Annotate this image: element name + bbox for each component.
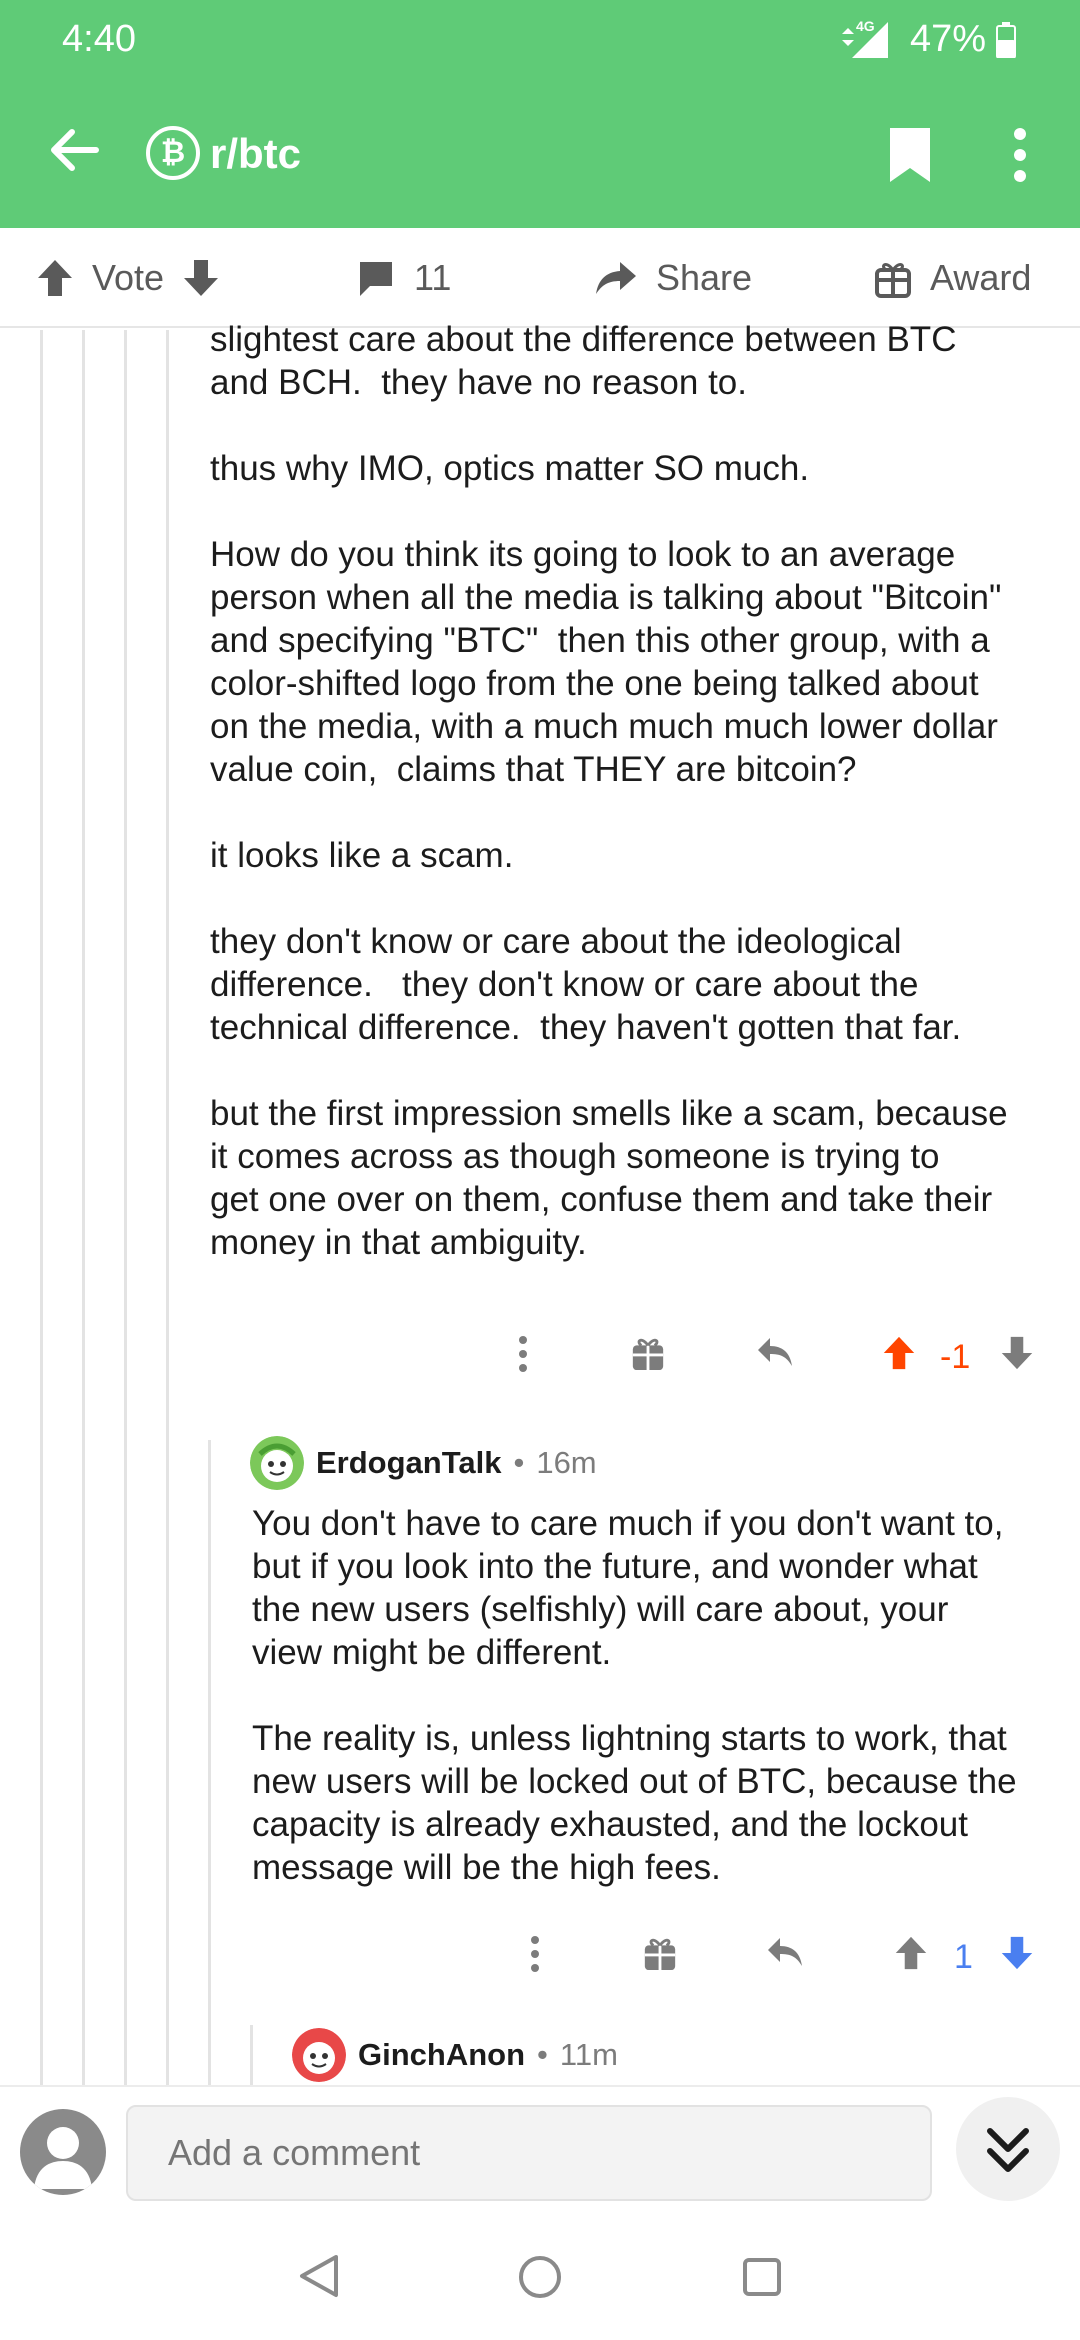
post-action-bar: Vote 11 Share Award xyxy=(0,228,1080,328)
comment-author[interactable]: GinchAnon xyxy=(358,2037,525,2073)
comment-action-row: 1 xyxy=(510,1934,1060,1994)
share-label: Share xyxy=(656,257,753,298)
comment-composer-bar xyxy=(0,2085,1080,2215)
comment-paragraph: How do you think its going to look to an… xyxy=(210,535,1002,789)
comment-body: slightest care about the difference betw… xyxy=(210,318,1070,1307)
share-arrow-icon xyxy=(596,262,636,294)
current-user-avatar[interactable] xyxy=(20,2109,106,2195)
thread-line[interactable] xyxy=(250,2025,253,2085)
upvote-arrow-icon[interactable] xyxy=(882,1334,916,1372)
meta-separator: • xyxy=(537,2037,548,2072)
status-bar: 4:40 4G 47% xyxy=(0,0,1080,80)
comment-action-row: -1 xyxy=(500,1334,1060,1394)
downvote-arrow-icon[interactable] xyxy=(182,258,220,298)
comment-paragraph: they don't know or care about the ideolo… xyxy=(210,922,962,1047)
battery-icon xyxy=(996,22,1016,58)
nav-back-icon[interactable] xyxy=(298,2253,340,2299)
award-label: Award xyxy=(930,257,1032,298)
upvote-arrow-icon[interactable] xyxy=(36,258,74,298)
nav-home-icon[interactable] xyxy=(518,2255,562,2299)
thread-line[interactable] xyxy=(40,330,43,2085)
reply-icon[interactable] xyxy=(756,1334,794,1370)
user-avatar-icon[interactable] xyxy=(250,1436,304,1490)
network-type: 4G xyxy=(856,18,875,34)
thread-line[interactable] xyxy=(124,330,127,2085)
subreddit-title[interactable]: r/btc xyxy=(210,130,301,178)
person-icon xyxy=(34,2127,92,2189)
status-time: 4:40 xyxy=(62,18,136,60)
comment-body: You don't have to care much if you don't… xyxy=(252,1502,1070,1932)
comment-paragraph: You don't have to care much if you don't… xyxy=(252,1504,1004,1672)
comment-score: 1 xyxy=(954,1938,973,1976)
comment-paragraph: slightest care about the difference betw… xyxy=(210,320,957,402)
comment-score: -1 xyxy=(940,1338,971,1376)
double-chevron-down-icon xyxy=(987,2128,1029,2172)
more-options-icon[interactable] xyxy=(1008,126,1032,184)
more-options-icon[interactable] xyxy=(528,1934,542,1974)
add-comment-input[interactable] xyxy=(126,2105,932,2201)
system-nav-bar xyxy=(0,2215,1080,2340)
subreddit-icon[interactable]: ₿ xyxy=(146,126,200,180)
vote-label: Vote xyxy=(92,257,165,298)
downvote-arrow-icon[interactable] xyxy=(1000,1934,1034,1972)
comments-button[interactable]: 11 xyxy=(356,228,451,328)
thread-line[interactable] xyxy=(166,330,169,2085)
vote-control: Vote xyxy=(36,228,220,328)
thread-line[interactable] xyxy=(82,330,85,2085)
gift-icon[interactable] xyxy=(642,1934,678,1972)
upvote-arrow-icon[interactable] xyxy=(894,1934,928,1972)
comment-author-row: GinchAnon • 11m xyxy=(292,2028,618,2082)
nav-recents-icon[interactable] xyxy=(742,2257,782,2297)
next-comment-button[interactable] xyxy=(956,2097,1060,2201)
comment-paragraph: but the first impression smells like a s… xyxy=(210,1094,1008,1262)
comment-paragraph: thus why IMO, optics matter SO much. xyxy=(210,449,810,488)
user-avatar-icon[interactable] xyxy=(292,2028,346,2082)
gift-icon xyxy=(875,263,911,298)
app-header: 4:40 4G 47% ₿ r/btc xyxy=(0,0,1080,228)
battery-percentage: 47% xyxy=(910,18,987,60)
reply-icon[interactable] xyxy=(766,1934,804,1970)
comment-time: 11m xyxy=(559,2037,618,2072)
comment-paragraph: The reality is, unless lightning starts … xyxy=(252,1719,1017,1887)
comment-author[interactable]: ErdoganTalk xyxy=(316,1445,501,1481)
comment-paragraph: it looks like a scam. xyxy=(210,836,514,875)
bookmark-icon[interactable] xyxy=(888,126,932,184)
back-arrow-icon[interactable] xyxy=(46,122,102,178)
thread-line[interactable] xyxy=(208,1440,211,2085)
share-button[interactable]: Share xyxy=(594,228,752,328)
gift-icon[interactable] xyxy=(630,1334,666,1372)
comment-time: 16m xyxy=(536,1445,597,1480)
comments-count: 11 xyxy=(414,257,452,298)
comment-bubble-icon xyxy=(360,262,392,296)
award-button[interactable]: Award xyxy=(874,228,1031,328)
comment-author-row: ErdoganTalk • 16m xyxy=(250,1436,597,1490)
downvote-arrow-icon[interactable] xyxy=(1000,1334,1034,1372)
more-options-icon[interactable] xyxy=(516,1334,530,1374)
meta-separator: • xyxy=(513,1445,525,1480)
